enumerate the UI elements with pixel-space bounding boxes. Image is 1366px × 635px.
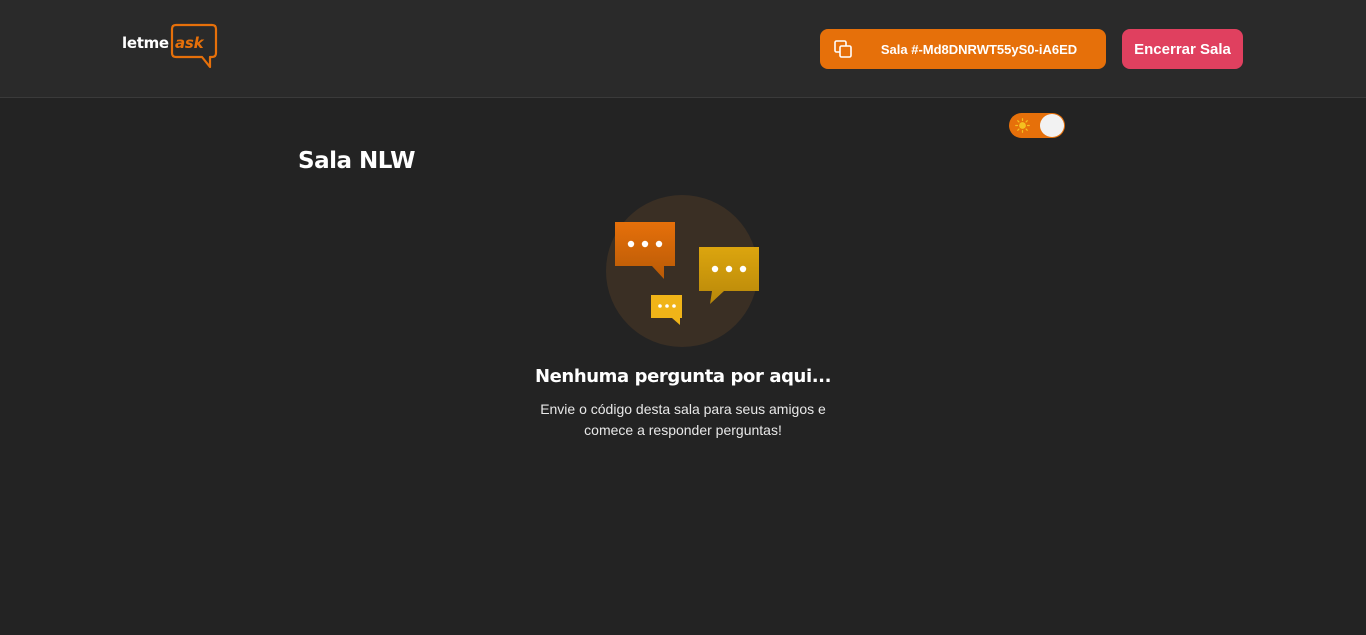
empty-state-description: Envie o código desta sala para seus amig… xyxy=(483,399,883,441)
logo-text: letme xyxy=(122,34,169,52)
room-code-label: Sala #-Md8DNRWT55yS0-iA6ED xyxy=(880,41,1078,57)
room-code-button[interactable]: Sala #-Md8DNRWT55yS0-iA6ED xyxy=(820,29,1106,69)
close-room-button[interactable]: Encerrar Sala xyxy=(1122,29,1243,69)
empty-state-description-line-2: comece a responder perguntas! xyxy=(584,422,782,438)
empty-state-title: Nenhuma pergunta por aqui... xyxy=(534,366,832,387)
toggle-knob xyxy=(1040,114,1064,137)
chat-bubbles-icon xyxy=(606,195,759,347)
top-bar: letme ask Sala #-Md8DNRWT55yS0-iA6ED Enc… xyxy=(0,0,1366,98)
copy-icon[interactable] xyxy=(820,29,866,69)
page-title: Sala NLW xyxy=(298,148,416,174)
theme-toggle[interactable] xyxy=(1009,113,1065,138)
logo[interactable]: letme ask xyxy=(122,23,222,71)
empty-state-description-line-1: Envie o código desta sala para seus amig… xyxy=(540,401,826,417)
sun-icon xyxy=(1015,118,1030,133)
logo-accent-text: ask xyxy=(175,34,204,52)
